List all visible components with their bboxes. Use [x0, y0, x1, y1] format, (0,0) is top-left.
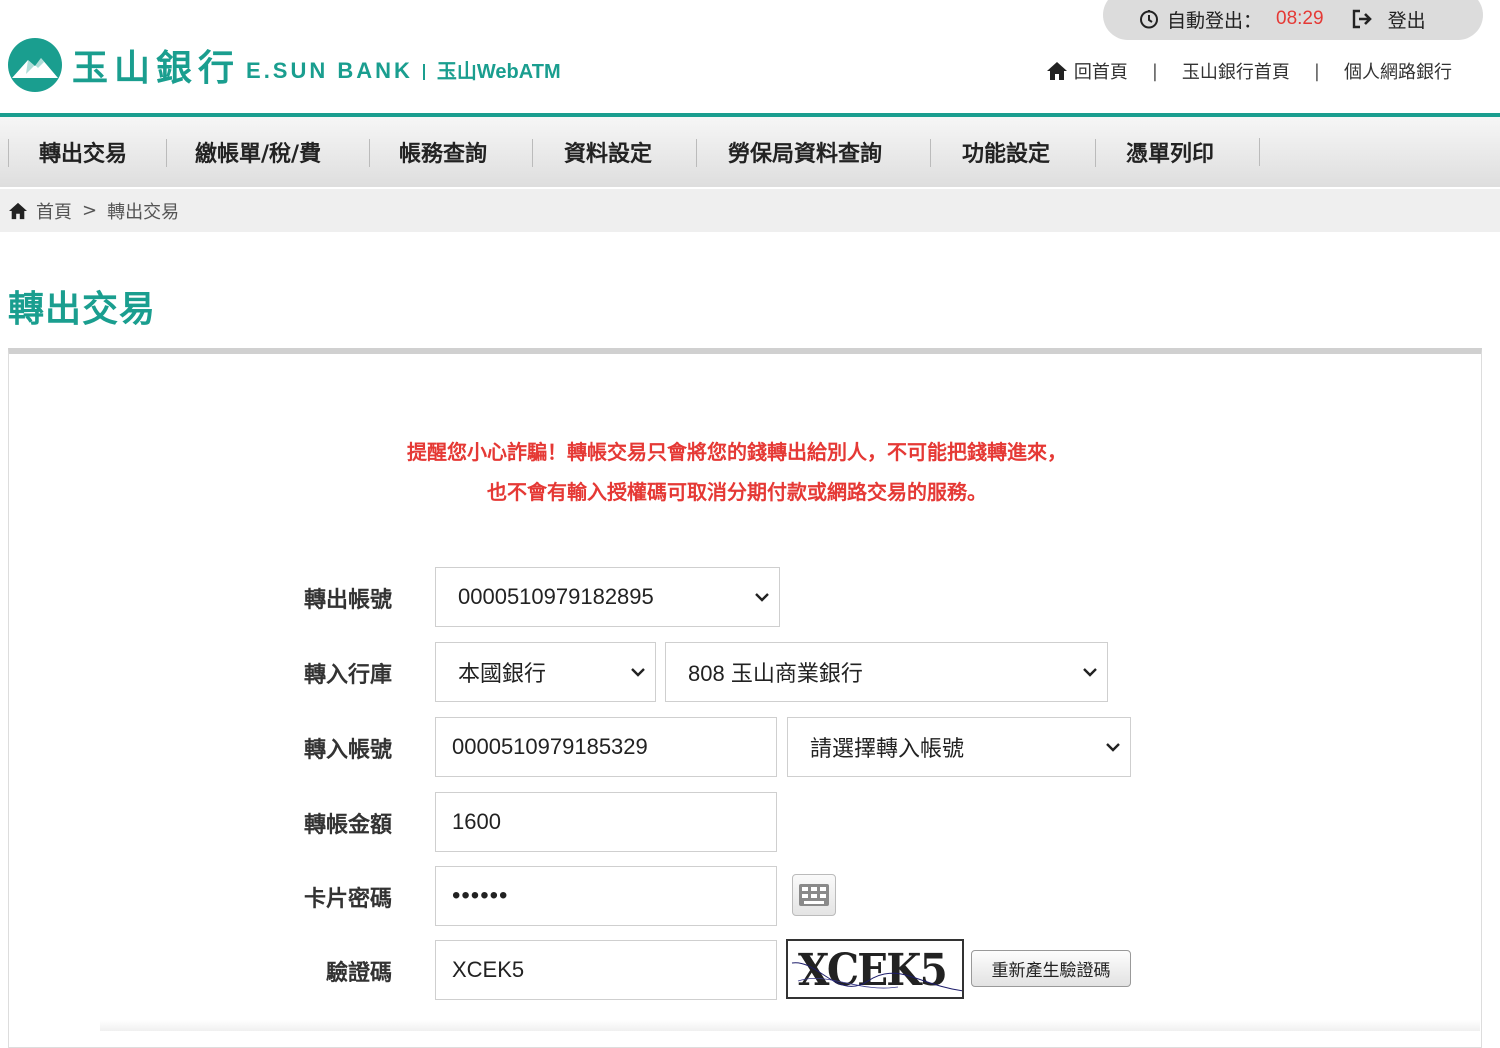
- regenerate-captcha-button[interactable]: 重新產生驗證碼: [971, 950, 1131, 987]
- to-bank-label: 轉入行庫: [303, 663, 392, 688]
- personal-banking-link[interactable]: 個人網路銀行: [1344, 58, 1452, 84]
- nav-item-account-inquiry[interactable]: 帳務查詢: [369, 117, 532, 187]
- nav-item-labor-insurance[interactable]: 勞保局資料查詢: [696, 117, 930, 187]
- amount-input[interactable]: 1600: [435, 792, 777, 852]
- session-bar: 自動登出： 08:29 登出: [1103, 0, 1483, 40]
- bank-select[interactable]: 808 玉山商業銀行: [665, 642, 1108, 702]
- breadcrumb-home[interactable]: 首頁: [36, 198, 72, 224]
- nav-divider: [1259, 138, 1260, 166]
- nav-item-label: 勞保局資料查詢: [728, 142, 883, 167]
- nav-item-data-settings[interactable]: 資料設定: [532, 117, 696, 187]
- captcha-noise-icon: [791, 962, 962, 992]
- captcha-input[interactable]: XCEK5: [435, 940, 777, 1000]
- bank-type-value: 本國銀行: [458, 661, 547, 686]
- breadcrumb: 首頁 > 轉出交易: [0, 189, 1500, 232]
- nav-item-function-settings[interactable]: 功能設定: [930, 117, 1095, 187]
- chevron-down-icon: [755, 593, 769, 602]
- to-account-label: 轉入帳號: [303, 738, 392, 763]
- link-separator: |: [1313, 60, 1320, 82]
- logout-countdown: 08:29: [1276, 8, 1324, 29]
- to-account-value: 0000510979185329: [452, 734, 648, 759]
- nav-item-transfer[interactable]: 轉出交易: [8, 117, 166, 187]
- fraud-warning: 提醒您小心詐騙！轉帳交易只會將您的錢轉出給別人，不可能把錢轉進來， 也不會有輸入…: [0, 432, 1474, 512]
- timer-icon: [1140, 10, 1158, 29]
- top-links: 回首頁 | 玉山銀行首頁 | 個人網路銀行: [1046, 58, 1452, 84]
- nav-item-label: 轉出交易: [39, 142, 128, 167]
- bottom-shade: [100, 1020, 1480, 1031]
- nav-item-voucher-print[interactable]: 憑單列印: [1095, 117, 1259, 187]
- from-account-value: 0000510979182895: [458, 584, 654, 609]
- link-separator: |: [1151, 60, 1158, 82]
- chevron-down-icon: [631, 668, 645, 677]
- bank-type-select[interactable]: 本國銀行: [435, 642, 656, 702]
- fraud-warning-line-2: 也不會有輸入授權碼可取消分期付款或網路交易的服務。: [487, 480, 987, 504]
- nav-item-label: 帳務查詢: [399, 142, 488, 167]
- card-password-value: ••••••: [452, 882, 509, 909]
- logo-english-name: E.SUN BANK: [246, 58, 413, 83]
- esun-mountain-logo-icon: [8, 38, 62, 92]
- logout-label: 登出: [1387, 9, 1426, 32]
- nav-item-label: 繳帳單/稅/費: [195, 142, 322, 167]
- home-icon: [1046, 62, 1067, 80]
- card-password-label: 卡片密碼: [303, 887, 392, 912]
- header: 玉山銀行 E.SUN BANK 玉山WebATM 自動登出： 08:29 登出 …: [0, 0, 1500, 117]
- breadcrumb-current: 轉出交易: [107, 201, 180, 223]
- logout-icon: [1352, 9, 1372, 29]
- virtual-keypad-button[interactable]: [792, 874, 836, 916]
- logo-divider: [422, 64, 425, 80]
- from-account-select[interactable]: 0000510979182895: [435, 567, 780, 627]
- captcha-label: 驗證碼: [325, 961, 392, 986]
- amount-value: 1600: [452, 809, 501, 834]
- nav-item-label: 功能設定: [962, 142, 1051, 167]
- logo-chinese-name: 玉山銀行: [72, 47, 241, 89]
- auto-logout-label: 自動登出：: [1167, 9, 1263, 32]
- bank-home-link[interactable]: 玉山銀行首頁: [1182, 58, 1290, 84]
- breadcrumb-separator: >: [82, 200, 98, 221]
- saved-account-select[interactable]: 請選擇轉入帳號: [787, 717, 1131, 777]
- keyboard-icon: [799, 884, 829, 906]
- chevron-down-icon: [1106, 743, 1120, 752]
- main-nav: 轉出交易 繳帳單/稅/費 帳務查詢 資料設定 勞保局資料查詢 功能設定 憑單列印: [0, 117, 1500, 187]
- logout-button[interactable]: 登出: [1352, 6, 1426, 33]
- logo-product-name: 玉山WebATM: [436, 60, 561, 83]
- page-title: 轉出交易: [8, 289, 157, 330]
- nav-item-label: 資料設定: [564, 142, 653, 167]
- nav-item-label: 憑單列印: [1126, 142, 1215, 167]
- captcha-image: XCEK5: [786, 939, 964, 999]
- card-password-input[interactable]: ••••••: [435, 866, 777, 926]
- home-icon: [9, 202, 27, 219]
- fraud-warning-line-1: 提醒您小心詐騙！轉帳交易只會將您的錢轉出給別人，不可能把錢轉進來，: [407, 440, 1067, 464]
- captcha-value: XCEK5: [452, 957, 525, 982]
- amount-label: 轉帳金額: [303, 813, 392, 838]
- chevron-down-icon: [1083, 668, 1097, 677]
- home-link[interactable]: 回首頁: [1074, 58, 1128, 84]
- saved-account-value: 請選擇轉入帳號: [810, 736, 965, 761]
- bank-value: 808 玉山商業銀行: [688, 661, 863, 686]
- to-account-input[interactable]: 0000510979185329: [435, 717, 777, 777]
- bank-logo[interactable]: 玉山銀行 E.SUN BANK 玉山WebATM: [8, 38, 561, 92]
- nav-item-pay-bills[interactable]: 繳帳單/稅/費: [166, 117, 369, 187]
- from-account-label: 轉出帳號: [303, 588, 392, 613]
